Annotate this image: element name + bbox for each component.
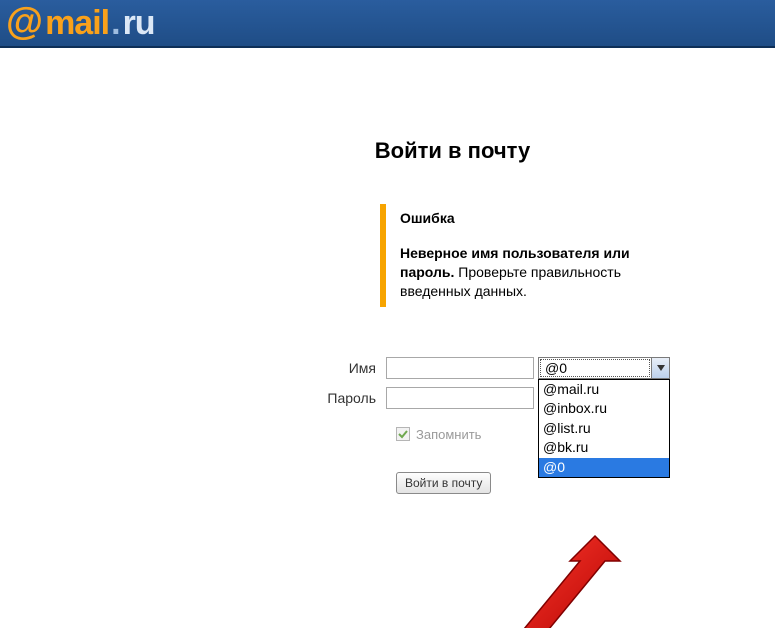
logo-text-dot: . <box>111 4 120 43</box>
annotation-arrow-icon <box>480 526 640 628</box>
domain-option-selected[interactable]: @0 <box>539 458 669 478</box>
domain-option[interactable]: @inbox.ru <box>539 399 669 419</box>
password-input[interactable] <box>386 387 534 409</box>
domain-option[interactable]: @bk.ru <box>539 438 669 458</box>
username-input[interactable] <box>386 357 534 379</box>
page-title: Войти в почту <box>130 138 775 164</box>
error-message: Неверное имя пользователя или пароль. Пр… <box>400 244 670 301</box>
password-label: Пароль <box>0 390 386 406</box>
domain-selected-value: @0 <box>540 359 650 377</box>
remember-label: Запомнить <box>416 427 481 442</box>
error-title: Ошибка <box>400 210 670 226</box>
header-bar: @ mail . ru <box>0 0 775 48</box>
login-form: Имя @0 @mail.ru @inbox.ru @list.ru @bk.r… <box>0 357 775 494</box>
domain-option[interactable]: @mail.ru <box>539 380 669 400</box>
logo-text-mail: mail <box>45 4 109 43</box>
mailru-logo[interactable]: @ mail . ru <box>6 3 155 43</box>
logo-text-ru: ru <box>123 4 155 43</box>
domain-select[interactable]: @0 <box>538 357 670 379</box>
check-icon <box>398 429 408 439</box>
domain-dropdown[interactable]: @mail.ru @inbox.ru @list.ru @bk.ru @0 <box>538 379 670 479</box>
logo-at-icon: @ <box>6 3 43 41</box>
content-area: Войти в почту Ошибка Неверное имя пользо… <box>0 48 775 494</box>
username-row: Имя @0 @mail.ru @inbox.ru @list.ru @bk.r… <box>0 357 775 379</box>
chevron-down-icon[interactable] <box>651 358 669 378</box>
error-panel: Ошибка Неверное имя пользователя или пар… <box>380 204 670 307</box>
login-button[interactable]: Войти в почту <box>396 472 491 494</box>
remember-checkbox[interactable] <box>396 427 410 441</box>
username-label: Имя <box>0 360 386 376</box>
domain-option[interactable]: @list.ru <box>539 419 669 439</box>
domain-select-wrap: @0 @mail.ru @inbox.ru @list.ru @bk.ru @0 <box>538 357 670 379</box>
